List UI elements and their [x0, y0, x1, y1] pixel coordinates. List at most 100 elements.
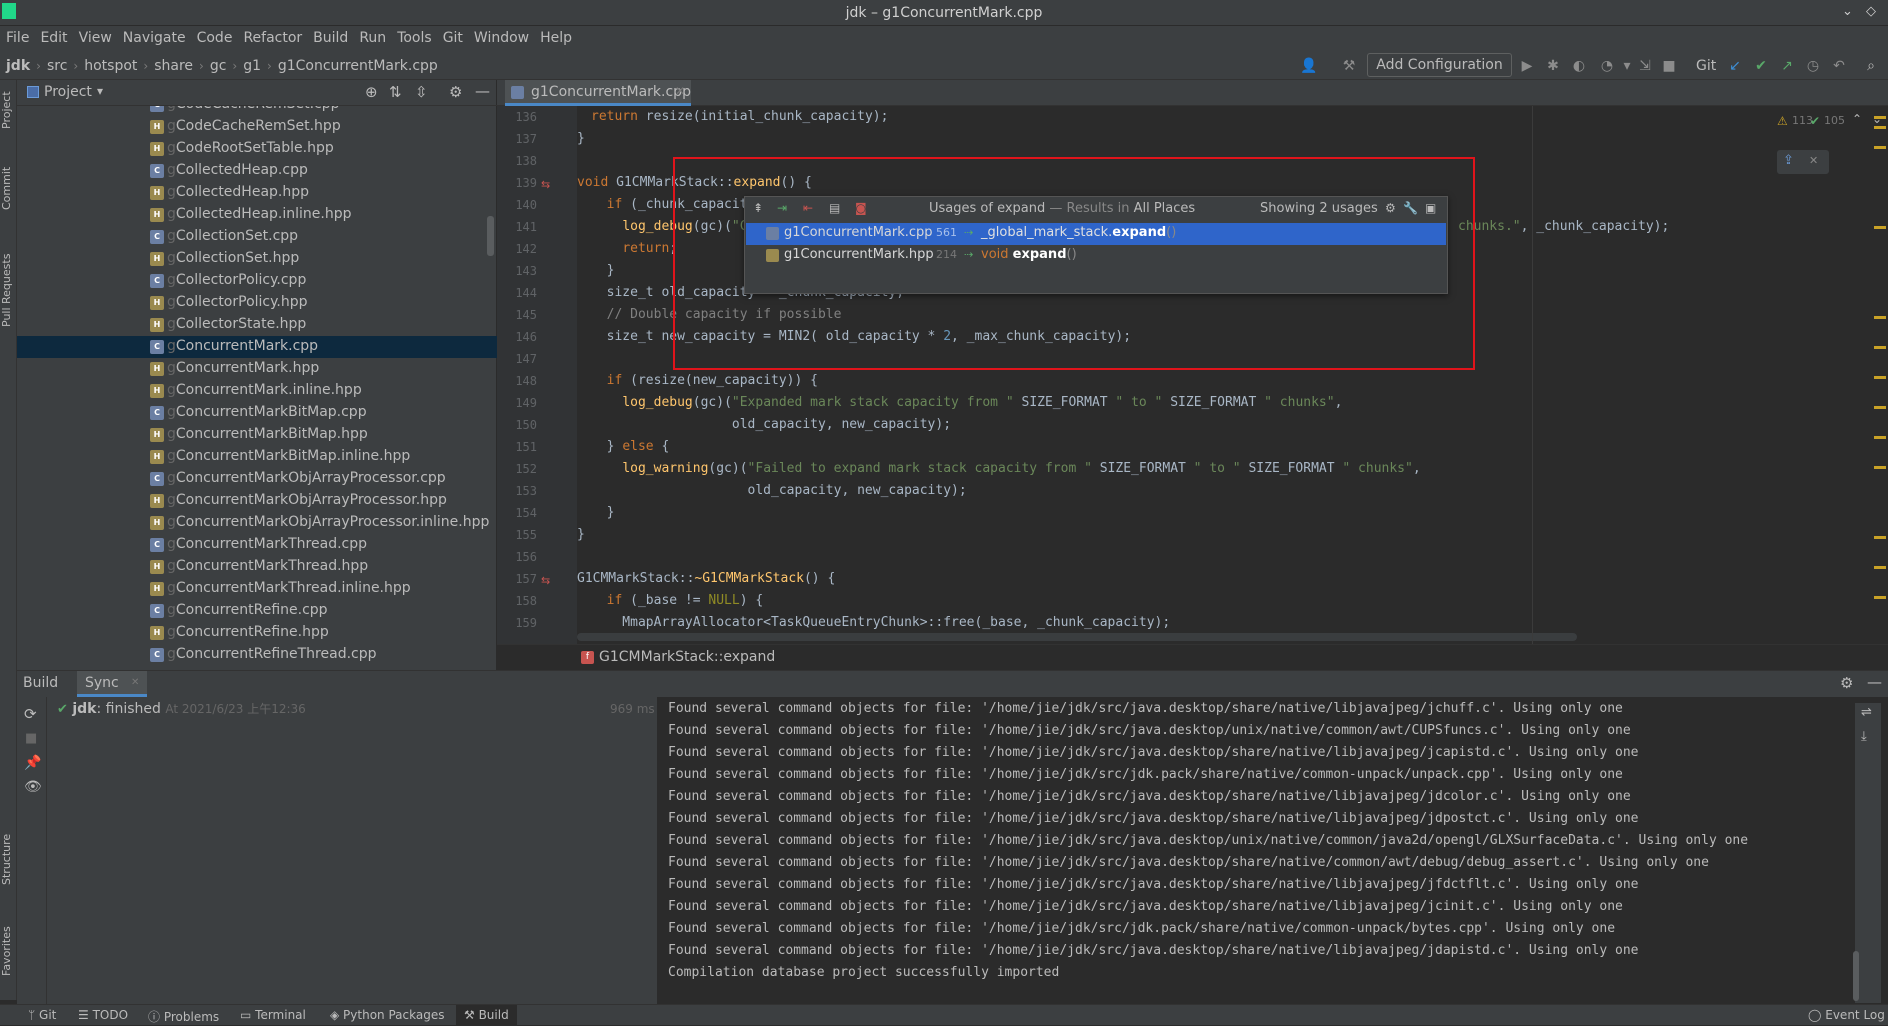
warning-marker[interactable] [1874, 376, 1886, 379]
menu-code[interactable]: Code [191, 26, 238, 46]
warning-marker[interactable] [1874, 146, 1886, 149]
tree-item[interactable]: HgCodeCacheRemSet.hpp [17, 116, 497, 138]
breadcrumb-item[interactable]: share [152, 52, 195, 80]
project-view-selector[interactable]: Project [44, 84, 92, 100]
code-line[interactable]: } [577, 131, 585, 146]
tree-item[interactable]: CgConcurrentMarkObjArrayProcessor.cpp [17, 468, 497, 490]
tree-item[interactable]: CgConcurrentRefine.cpp [17, 600, 497, 622]
tool-pull-requests[interactable]: Pull Requests [0, 240, 17, 340]
code-line[interactable]: } [577, 527, 585, 542]
status-terminal[interactable]: ▭ Terminal [240, 1008, 306, 1022]
add-configuration-button[interactable]: Add Configuration [1367, 53, 1512, 77]
breadcrumb-item[interactable]: src [45, 52, 69, 80]
tool-project[interactable]: Project [0, 86, 17, 134]
code-line[interactable]: log_warning(gc)("Failed to expand mark s… [591, 461, 1420, 476]
menu-edit[interactable]: Edit [34, 26, 72, 46]
menu-view[interactable]: View [73, 26, 117, 46]
close-icon[interactable]: ✕ [131, 677, 139, 688]
menu-refactor[interactable]: Refactor [237, 26, 307, 46]
code-line[interactable]: old_capacity, new_capacity); [591, 417, 951, 432]
menu-help[interactable]: Help [534, 26, 577, 46]
collapse-all-icon[interactable]: ⇳ [415, 83, 428, 101]
user-icon[interactable]: 👤 [1300, 57, 1318, 75]
warning-marker[interactable] [1874, 406, 1886, 409]
menu-build[interactable]: Build [307, 26, 353, 46]
tree-item[interactable]: HgConcurrentMarkBitMap.hpp [17, 424, 497, 446]
status-problems[interactable]: ⓘ Problems [148, 1008, 219, 1025]
locate-icon[interactable]: ⊕ [365, 83, 378, 101]
code-line[interactable]: MmapArrayAllocator<TaskQueueEntryChunk>:… [591, 615, 1170, 630]
status-build[interactable]: ⚒ Build [456, 1005, 517, 1026]
rollback-icon[interactable]: ↶ [1830, 57, 1848, 75]
code-line[interactable]: if (resize(new_capacity)) { [591, 373, 818, 388]
tool-commit[interactable]: Commit [0, 160, 17, 216]
code-line-continuation[interactable]: chunks.", _chunk_capacity); [1458, 219, 1669, 234]
tool-favorites[interactable]: Favorites [0, 916, 17, 986]
status-python-packages[interactable]: ◈ Python Packages [330, 1008, 444, 1022]
code-line[interactable]: if (_base != NULL) { [591, 593, 764, 608]
tree-item[interactable]: HgCollectionSet.hpp [17, 248, 497, 270]
minimize-icon[interactable]: ⌄ [1842, 4, 1853, 19]
tab-build[interactable]: Build [23, 675, 58, 691]
breadcrumb-item[interactable]: g1 [241, 52, 263, 80]
menu-tools[interactable]: Tools [391, 26, 437, 46]
hammer-icon[interactable]: ⚒ [1340, 57, 1358, 75]
warning-marker[interactable] [1874, 126, 1886, 129]
debug-icon[interactable]: ✱ [1544, 57, 1562, 75]
tree-item[interactable]: CgCollectedHeap.cpp [17, 160, 497, 182]
hide-icon[interactable]: — [475, 82, 490, 100]
gear-icon[interactable]: ⚙ [1840, 674, 1853, 692]
warning-marker[interactable] [1874, 116, 1886, 119]
expand-all-icon[interactable]: ⇅ [389, 83, 402, 101]
tree-item[interactable]: CgConcurrentMarkBitMap.cpp [17, 402, 497, 424]
menu-run[interactable]: Run [353, 26, 391, 46]
output-scrollbar[interactable] [1853, 951, 1859, 1001]
close-icon[interactable]: ✕ [1809, 154, 1818, 167]
tree-item[interactable]: CgConcurrentRefineThread.cpp [17, 644, 497, 666]
status-event-log[interactable]: ◯ Event Log [1808, 1008, 1885, 1022]
code-line[interactable]: old_capacity, new_capacity); [591, 483, 967, 498]
warning-marker[interactable] [1874, 316, 1886, 319]
code-line[interactable]: log_debug(gc)("Expanded mark stack capac… [591, 395, 1342, 410]
status-todo[interactable]: ☰ TODO [78, 1008, 128, 1022]
menu-file[interactable]: File [0, 26, 34, 46]
soft-wrap-icon[interactable]: ⇌ [1861, 705, 1872, 720]
history-icon[interactable]: ◷ [1804, 57, 1822, 75]
tree-item[interactable]: HgCollectedHeap.inline.hpp [17, 204, 497, 226]
menu-window[interactable]: Window [468, 26, 534, 46]
sync-config-icon[interactable]: ⇪ [1783, 153, 1794, 168]
warning-marker[interactable] [1874, 436, 1886, 439]
build-output[interactable]: Found several command objects for file: … [17, 697, 1888, 1005]
git-update-icon[interactable]: ↙ [1726, 57, 1744, 75]
warning-marker[interactable] [1874, 346, 1886, 349]
tree-item[interactable]: CgCollectorPolicy.cpp [17, 270, 497, 292]
tree-item[interactable]: CgConcurrentMark.cpp [17, 336, 497, 358]
code-line[interactable]: } [591, 505, 615, 520]
code-line[interactable]: return; [591, 241, 677, 256]
tree-item[interactable]: HgConcurrentMarkThread.hpp [17, 556, 497, 578]
horizontal-scrollbar[interactable] [577, 633, 1577, 641]
coverage-icon[interactable]: ◐ [1570, 57, 1588, 75]
tree-item[interactable]: HgCollectorState.hpp [17, 314, 497, 336]
chevron-down-icon[interactable]: ▾ [1618, 57, 1636, 75]
tree-item[interactable]: CgCollectionSet.cpp [17, 226, 497, 248]
tree-item[interactable]: HgConcurrentRefine.hpp [17, 622, 497, 644]
warning-icon[interactable]: ⚠ [1777, 114, 1788, 128]
attach-icon[interactable]: ⇲ [1636, 57, 1654, 75]
tree-item[interactable]: HgConcurrentMarkObjArrayProcessor.hpp [17, 490, 497, 512]
error-stripe[interactable] [1872, 106, 1888, 646]
editor-breadcrumb-label[interactable]: G1CMMarkStack::expand [599, 649, 775, 665]
tree-item[interactable]: HgCollectorPolicy.hpp [17, 292, 497, 314]
code-line[interactable]: G1CMMarkStack::~G1CMMarkStack() { [577, 571, 835, 586]
tree-item[interactable]: HgConcurrentMark.hpp [17, 358, 497, 380]
tree-item[interactable]: HgConcurrentMarkBitMap.inline.hpp [17, 446, 497, 468]
status-git[interactable]: ᛘ Git [28, 1008, 56, 1022]
chevron-down-icon[interactable]: ▾ [97, 84, 103, 98]
hide-icon[interactable]: — [1867, 673, 1882, 691]
breadcrumb-item[interactable]: g1ConcurrentMark.cpp [276, 52, 440, 80]
tree-item[interactable]: HgCollectedHeap.hpp [17, 182, 497, 204]
menu-git[interactable]: Git [437, 26, 468, 46]
breadcrumb-item[interactable]: gc [208, 52, 229, 80]
tree-item[interactable]: HgCodeRootSetTable.hpp [17, 138, 497, 160]
chevron-up-icon[interactable]: ⌃ [1852, 112, 1862, 126]
